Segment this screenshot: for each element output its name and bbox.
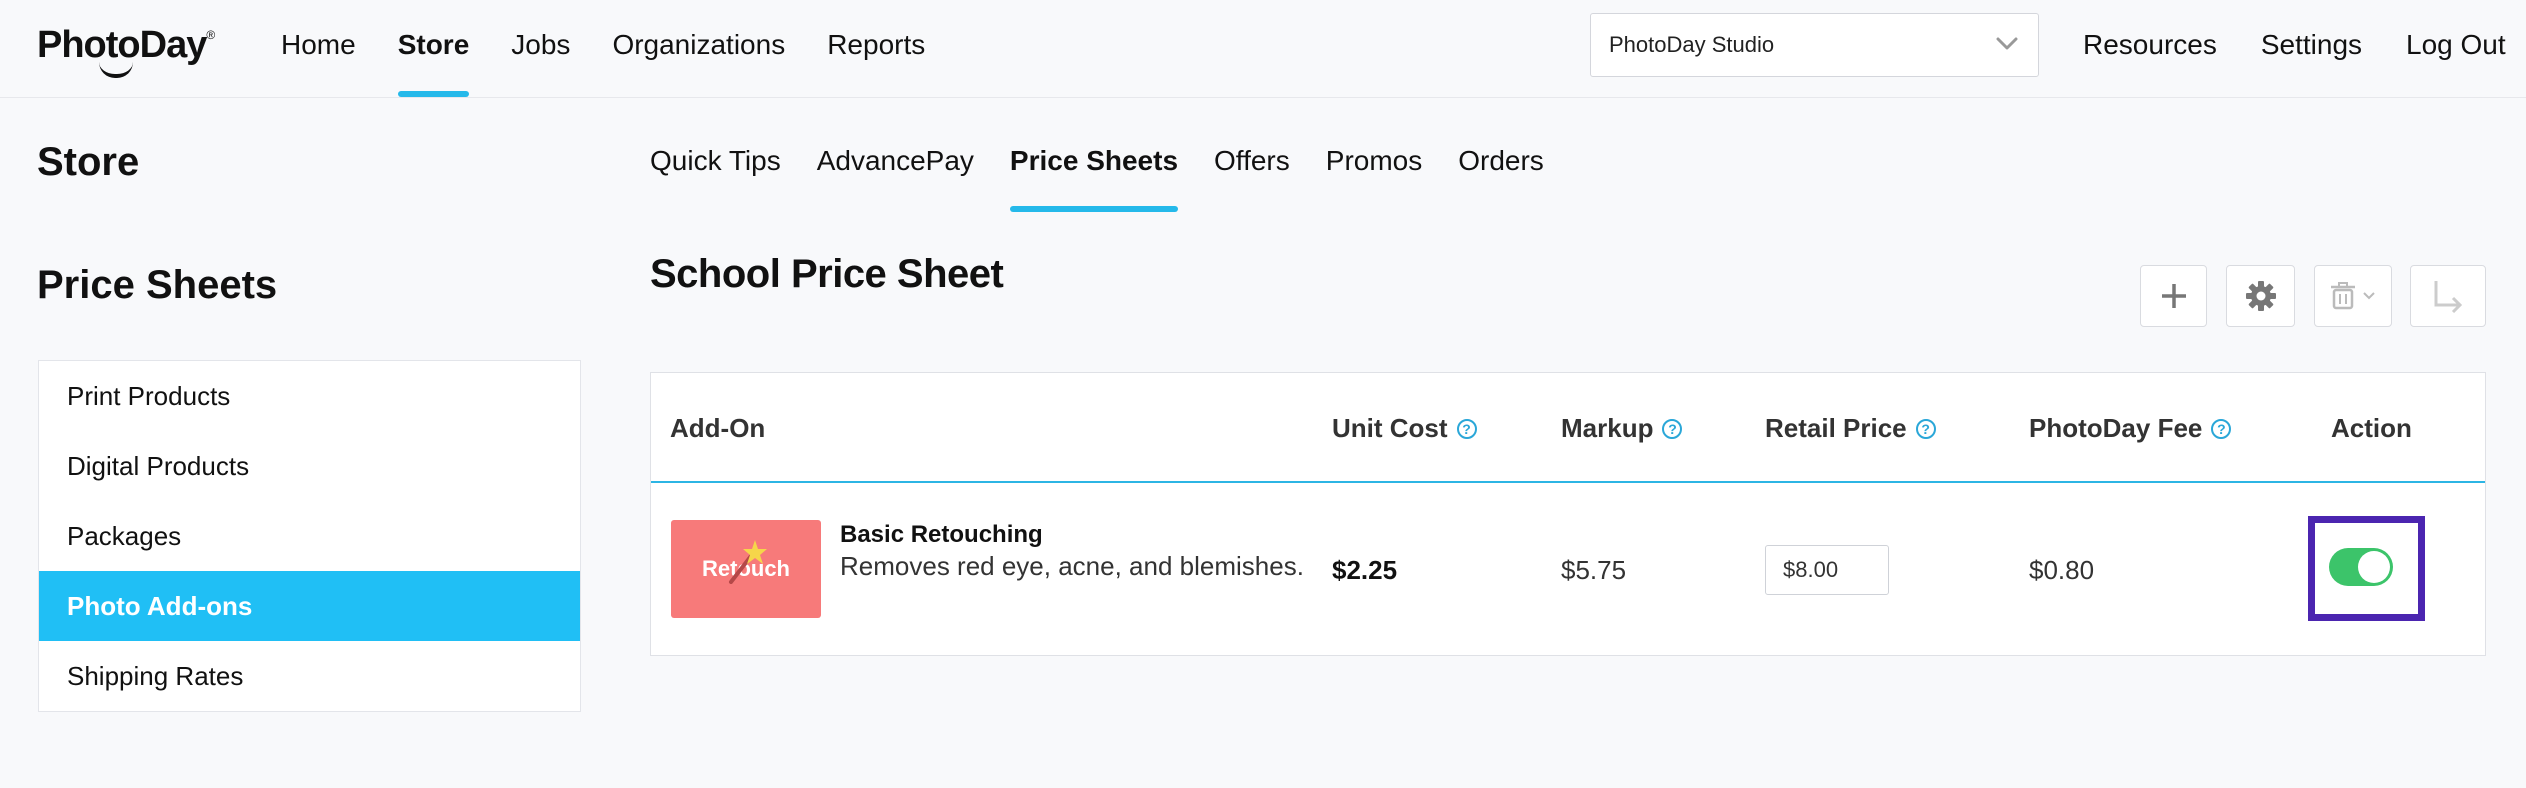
table-header: Add-On Unit Cost ? Markup ? Retail Price… bbox=[651, 373, 2485, 483]
sidebar-item-print-products[interactable]: Print Products bbox=[39, 361, 580, 431]
page-title: Store bbox=[37, 140, 140, 184]
plus-icon bbox=[2161, 284, 2186, 308]
tab-promos[interactable]: Promos bbox=[1326, 126, 1422, 218]
column-header-photoday-fee: PhotoDay Fee ? bbox=[2029, 413, 2232, 444]
add-button[interactable] bbox=[2140, 265, 2207, 327]
nav-jobs[interactable]: Jobs bbox=[511, 0, 570, 98]
tab-price-sheets[interactable]: Price Sheets bbox=[1009, 126, 1179, 218]
sidebar-item-photo-add-ons[interactable]: Photo Add-ons bbox=[39, 571, 580, 641]
column-header-add-on: Add-On bbox=[670, 413, 766, 443]
gear-icon bbox=[2245, 281, 2276, 311]
delete-button[interactable] bbox=[2314, 265, 2392, 327]
toggle-knob bbox=[2358, 551, 2390, 583]
nav-resources[interactable]: Resources bbox=[2083, 29, 2217, 61]
nav-logout[interactable]: Log Out bbox=[2406, 29, 2506, 61]
sidebar-item-digital-products[interactable]: Digital Products bbox=[39, 431, 580, 501]
column-header-action: Action bbox=[2331, 413, 2412, 443]
help-icon[interactable]: ? bbox=[1456, 418, 1477, 439]
settings-button[interactable] bbox=[2226, 265, 2295, 327]
nav-organizations[interactable]: Organizations bbox=[612, 0, 785, 98]
trash-icon bbox=[2331, 282, 2355, 310]
magic-wand-icon bbox=[729, 540, 767, 584]
addon-description: Removes red eye, acne, and blemishes. bbox=[840, 551, 1304, 581]
enable-toggle[interactable] bbox=[2329, 548, 2393, 586]
sidebar-item-shipping-rates[interactable]: Shipping Rates bbox=[39, 641, 580, 711]
column-header-markup: Markup ? bbox=[1561, 413, 1683, 444]
tab-orders[interactable]: Orders bbox=[1458, 126, 1544, 218]
nav-store[interactable]: Store bbox=[397, 0, 469, 98]
tab-offers[interactable]: Offers bbox=[1214, 126, 1290, 218]
add-ons-table: Add-On Unit Cost ? Markup ? Retail Price… bbox=[650, 372, 2486, 656]
photoday-fee-value: $0.80 bbox=[2029, 555, 2095, 585]
tab-advancepay[interactable]: AdvancePay bbox=[817, 126, 974, 218]
top-navbar: PhotoDay® Home Store Jobs Organizations … bbox=[0, 0, 2526, 98]
help-icon[interactable]: ? bbox=[2211, 418, 2232, 439]
main-nav: Home Store Jobs Organizations Reports bbox=[281, 0, 967, 98]
action-highlight bbox=[2308, 516, 2425, 621]
studio-select[interactable]: PhotoDay Studio bbox=[1590, 13, 2039, 77]
studio-select-value: PhotoDay Studio bbox=[1609, 32, 1775, 57]
tab-quick-tips[interactable]: Quick Tips bbox=[650, 126, 781, 218]
sidebar-title: Price Sheets bbox=[37, 263, 278, 307]
retail-price-input[interactable]: $8.00 bbox=[1765, 545, 1889, 595]
help-icon[interactable]: ? bbox=[1662, 418, 1683, 439]
column-header-unit-cost: Unit Cost ? bbox=[1332, 413, 1477, 444]
price-sheet-title: School Price Sheet bbox=[650, 252, 1004, 296]
nav-home[interactable]: Home bbox=[281, 0, 356, 98]
right-nav: Resources Settings Log Out bbox=[2083, 0, 2506, 90]
addon-thumbnail: Retouch bbox=[671, 520, 821, 618]
store-subnav: Quick Tips AdvancePay Price Sheets Offer… bbox=[650, 126, 1580, 218]
column-header-retail-price: Retail Price ? bbox=[1765, 413, 1936, 444]
markup-value: $5.75 bbox=[1561, 555, 1627, 585]
move-button[interactable] bbox=[2410, 265, 2486, 327]
sidebar-menu: Print Products Digital Products Packages… bbox=[38, 360, 581, 712]
unit-cost-value: $2.25 bbox=[1332, 555, 1398, 585]
help-icon[interactable]: ? bbox=[1915, 418, 1936, 439]
sidebar-item-packages[interactable]: Packages bbox=[39, 501, 580, 571]
addon-name: Basic Retouching bbox=[840, 521, 1043, 548]
chevron-down-icon bbox=[2363, 292, 2375, 300]
nav-reports[interactable]: Reports bbox=[827, 0, 925, 98]
photoday-logo[interactable]: PhotoDay® bbox=[37, 24, 215, 78]
nav-settings[interactable]: Settings bbox=[2261, 29, 2362, 61]
chevron-down-icon bbox=[1996, 37, 2018, 50]
arrow-turn-icon bbox=[2434, 281, 2463, 313]
